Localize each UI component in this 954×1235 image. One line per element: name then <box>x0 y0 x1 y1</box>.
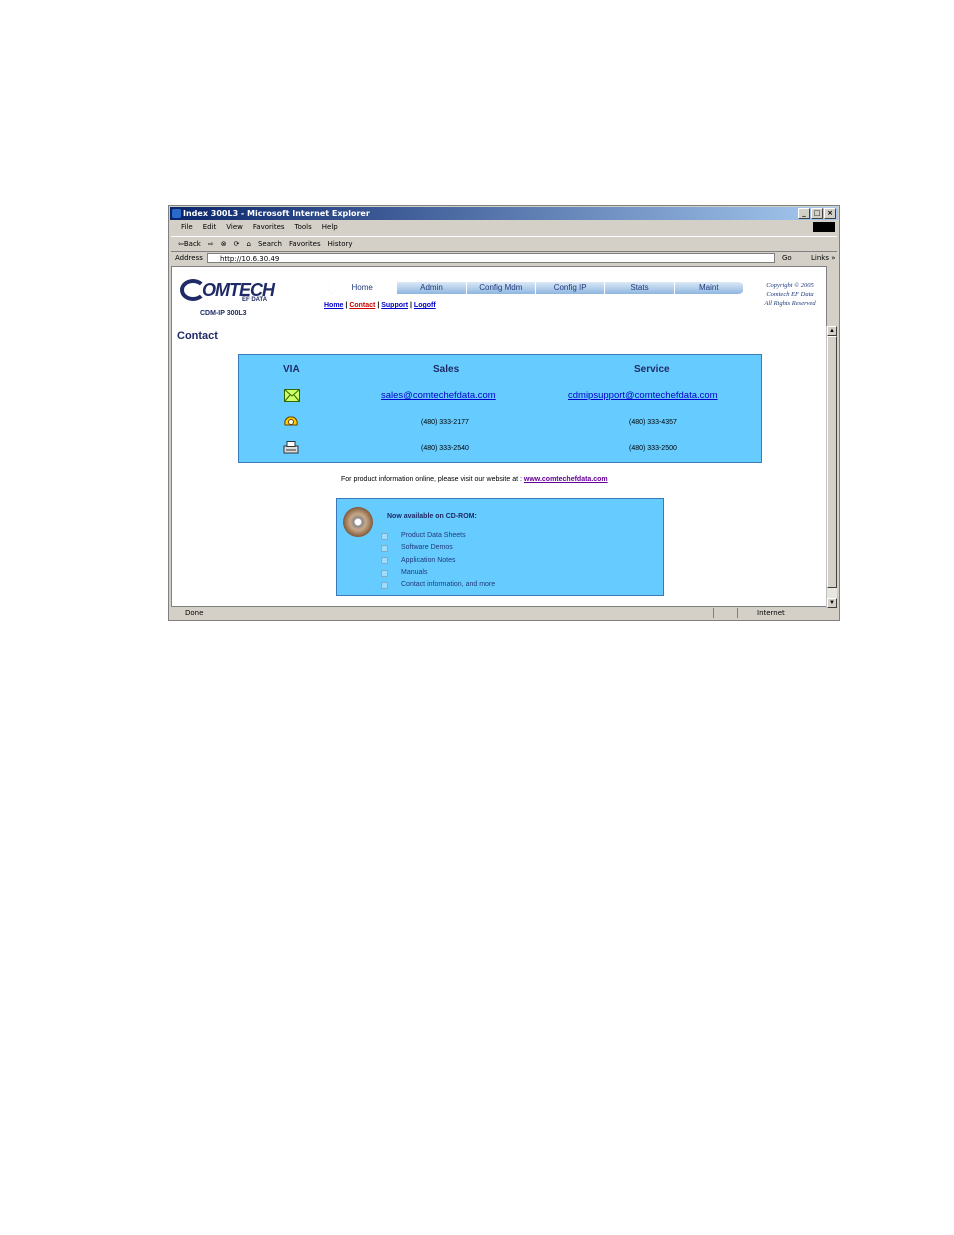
website-link[interactable]: www.comtechefdata.com <box>524 476 608 483</box>
status-divider <box>713 608 714 618</box>
checkbox-icon <box>381 569 388 577</box>
status-text: Done <box>185 609 204 617</box>
link-contact[interactable]: Contact <box>349 302 375 309</box>
sub-nav: Home | Contact | Support | Logoff <box>324 302 436 309</box>
ie-icon <box>172 209 181 218</box>
tab-config-mdm[interactable]: Config Mdm <box>467 282 536 294</box>
cd-icon <box>343 507 373 537</box>
telephone-icon <box>284 416 298 426</box>
logo-subtitle: EF DATA <box>242 297 268 303</box>
address-label: Address <box>175 254 203 262</box>
sales-fax: (480) 333-2540 <box>421 445 469 452</box>
cdrom-box: Now available on CD-ROM: Product Data Sh… <box>336 498 664 596</box>
menu-favorites[interactable]: Favorites <box>253 221 285 233</box>
go-button[interactable]: Go <box>782 252 792 264</box>
menu-edit[interactable]: Edit <box>203 221 217 233</box>
checkbox-icon <box>381 581 388 589</box>
service-phone: (480) 333-4357 <box>629 419 677 426</box>
fax-icon <box>283 441 299 454</box>
home-icon[interactable]: ⌂ <box>246 237 250 251</box>
tab-home[interactable]: Home <box>328 282 398 294</box>
header-service: Service <box>634 364 670 375</box>
refresh-icon[interactable]: ⟳ <box>234 237 240 251</box>
menu-bar: File Edit View Favorites Tools Help <box>171 221 837 233</box>
windows-logo-icon <box>813 222 835 232</box>
contact-table: VIA Sales Service sales@comtechefdata.co… <box>238 354 762 463</box>
header-sales: Sales <box>433 364 460 375</box>
checkbox-icon <box>381 544 388 552</box>
menu-tools[interactable]: Tools <box>295 221 312 233</box>
list-item: Application Notes <box>381 555 495 567</box>
list-item-label: Product Data Sheets <box>401 532 466 539</box>
cdrom-list: Product Data Sheets Software Demos Appli… <box>381 530 495 591</box>
history-button[interactable]: History <box>328 237 353 251</box>
link-logoff[interactable]: Logoff <box>414 302 436 309</box>
nav-bar: Home Admin Config Mdm Config IP Stats Ma… <box>328 282 744 294</box>
status-divider <box>737 608 738 618</box>
scroll-up-icon[interactable]: ▲ <box>827 326 837 336</box>
links-button[interactable]: Links » <box>811 252 836 264</box>
back-button[interactable]: ⇦Back <box>178 237 201 251</box>
internet-zone: Internet <box>757 609 785 617</box>
tab-stats[interactable]: Stats <box>605 282 675 294</box>
checkbox-icon <box>381 557 388 565</box>
checkbox-icon <box>381 532 388 540</box>
menu-file[interactable]: File <box>181 221 193 233</box>
favorites-button[interactable]: Favorites <box>289 237 321 251</box>
tab-config-ip[interactable]: Config IP <box>536 282 606 294</box>
link-support[interactable]: Support <box>381 302 408 309</box>
list-item: Product Data Sheets <box>381 530 495 542</box>
online-text: For product information online, please v… <box>341 476 522 483</box>
page-title: Contact <box>177 330 218 342</box>
sales-email-link[interactable]: sales@comtechefdata.com <box>381 390 496 401</box>
browser-window: Index 300L3 - Microsoft Internet Explore… <box>168 205 840 621</box>
list-item-label: Manuals <box>401 568 428 576</box>
online-info: For product information online, please v… <box>341 476 608 483</box>
link-home[interactable]: Home <box>324 302 343 309</box>
service-fax: (480) 333-2500 <box>629 445 677 452</box>
sales-phone: (480) 333-2177 <box>421 419 469 426</box>
stop-icon[interactable]: ⊗ <box>221 237 227 251</box>
list-item: Contact information, and more <box>381 579 495 591</box>
service-email-link[interactable]: cdmipsupport@comtechefdata.com <box>568 390 718 401</box>
list-item-label: Software Demos <box>401 544 453 552</box>
title-bar: Index 300L3 - Microsoft Internet Explore… <box>170 207 838 220</box>
copyright: Copyright © 2005 Comtech EF Data All Rig… <box>754 281 826 308</box>
minimize-button[interactable]: _ <box>798 208 810 219</box>
address-bar: Address http://10.6.30.49 Go Links » <box>171 252 837 264</box>
list-item: Manuals <box>381 567 495 579</box>
tab-maint[interactable]: Maint <box>675 282 744 294</box>
vertical-scrollbar[interactable]: ▲ ▼ <box>826 326 837 608</box>
window-title: Index 300L3 - Microsoft Internet Explore… <box>183 209 370 218</box>
cdrom-title: Now available on CD-ROM: <box>387 513 477 520</box>
list-item-label: Application Notes <box>401 556 456 564</box>
search-button[interactable]: Search <box>258 237 282 251</box>
tab-admin[interactable]: Admin <box>397 282 467 294</box>
envelope-icon <box>284 389 300 402</box>
address-input[interactable]: http://10.6.30.49 <box>207 253 775 263</box>
menu-help[interactable]: Help <box>322 221 338 233</box>
menu-view[interactable]: View <box>226 221 243 233</box>
list-item: Software Demos <box>381 542 495 554</box>
header-via: VIA <box>283 364 300 375</box>
status-bar: Done Internet <box>171 607 837 619</box>
close-button[interactable]: × <box>824 208 836 219</box>
list-item-label: Contact information, and more <box>401 581 496 589</box>
toolbar: ⇦Back ⇨ ⊗ ⟳ ⌂ Search Favorites History <box>171 236 837 252</box>
forward-button[interactable]: ⇨ <box>208 237 214 251</box>
copyright-line-1: Copyright © 2005 <box>766 282 814 289</box>
copyright-line-2: Comtech EF Data <box>766 291 814 298</box>
model-label: CDM-IP 300L3 <box>200 310 247 317</box>
maximize-button[interactable]: □ <box>811 208 823 219</box>
copyright-line-3: All Rights Reserved <box>764 300 816 307</box>
page-content: OMTECH EF DATA CDM-IP 300L3 Home Admin C… <box>171 266 827 607</box>
scroll-thumb[interactable] <box>827 336 837 588</box>
